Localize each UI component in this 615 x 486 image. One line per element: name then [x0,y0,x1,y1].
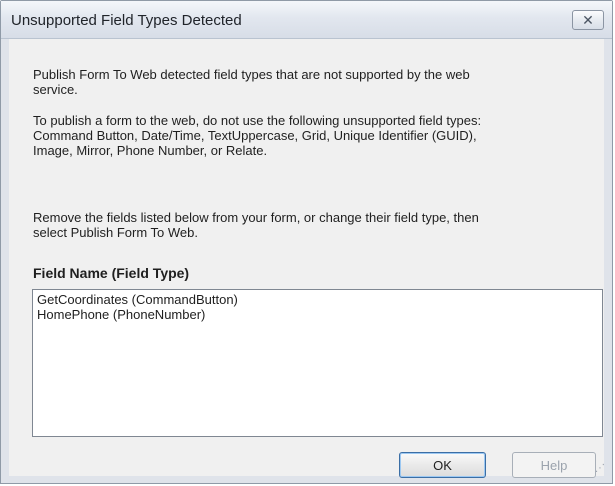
resize-grip-icon[interactable]: ⋰ [595,464,607,476]
ok-button[interactable]: OK [399,452,486,478]
unsupported-field-types-message: To publish a form to the web, do not use… [33,113,482,158]
intro-message: Publish Form To Web detected field types… [33,67,470,97]
field-list-header: Field Name (Field Type) [33,265,190,281]
field-list-item[interactable]: GetCoordinates (CommandButton) [37,292,598,307]
remove-fields-instruction: Remove the fields listed below from your… [33,210,479,240]
dialog-title: Unsupported Field Types Detected [11,12,242,29]
dialog-content: Publish Form To Web detected field types… [9,39,604,478]
close-button[interactable]: ✕ [572,10,604,30]
dialog-window: Unsupported Field Types Detected ✕ Publi… [0,0,613,484]
title-bar[interactable]: Unsupported Field Types Detected ✕ [1,1,612,39]
unsupported-fields-listbox[interactable]: GetCoordinates (CommandButton) HomePhone… [32,289,603,437]
close-icon: ✕ [582,12,594,28]
help-button: Help [512,452,596,478]
field-list-item[interactable]: HomePhone (PhoneNumber) [37,307,598,322]
